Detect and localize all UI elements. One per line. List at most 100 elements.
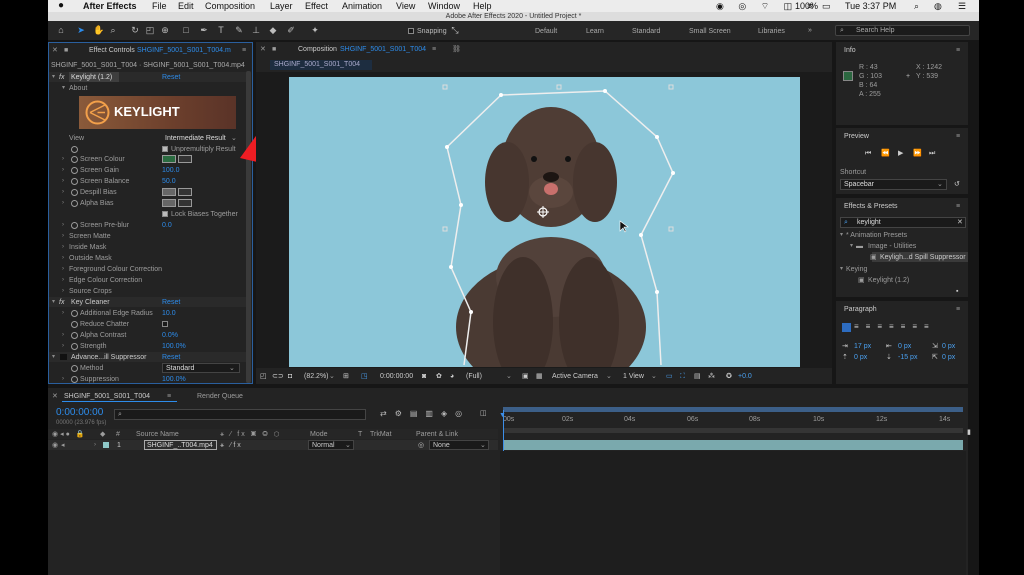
space-after-value[interactable]: -15 px	[898, 353, 917, 362]
stopwatch-icon[interactable]	[71, 321, 78, 328]
composition-tab-name[interactable]: SHGINF_5001_S001_T004	[340, 45, 426, 54]
tree-expand-icon[interactable]: ▾	[840, 265, 843, 274]
rectangle-tool-icon[interactable]: □	[181, 25, 191, 35]
show-snapshot-icon[interactable]: ✿	[436, 372, 442, 381]
mask-visibility-icon[interactable]: ◳	[361, 372, 368, 381]
edge-radius-value[interactable]: 10.0	[162, 309, 176, 318]
grid-icon[interactable]: ⊞	[343, 372, 349, 381]
panel-menu-icon[interactable]: ≡	[956, 202, 960, 211]
advanced-spill-name[interactable]: Advance...ill Suppressor	[71, 353, 146, 362]
tree-spill-suppressor[interactable]: Keyligh...d Spill Suppressor	[880, 253, 966, 262]
preblur-value[interactable]: 0.0	[162, 221, 172, 230]
menu-file[interactable]: File	[152, 0, 167, 12]
menu-edit[interactable]: Edit	[178, 0, 194, 12]
clone-stamp-icon[interactable]: ⊥	[251, 25, 261, 35]
panel-menu-icon[interactable]: ≡	[956, 132, 960, 141]
menu-animation[interactable]: Animation	[342, 0, 382, 12]
stopwatch-icon[interactable]	[71, 156, 78, 163]
always-preview-icon[interactable]: ◰	[260, 372, 267, 381]
method-dropdown[interactable]: Standard ⌄	[162, 363, 240, 373]
apple-icon[interactable]: ●	[58, 0, 64, 12]
group-inside-mask[interactable]: Inside Mask	[69, 243, 106, 252]
group-foreground-correction[interactable]: Foreground Colour Correction	[69, 265, 162, 274]
pen-tool-icon[interactable]: ✒	[199, 25, 209, 35]
search-help-field[interactable]: ⌕ Search Help	[835, 25, 970, 36]
workspace-default[interactable]: Default	[535, 27, 557, 36]
timeline-tab[interactable]: SHGINF_5001_S001_T004	[64, 392, 150, 401]
suppression-expand-icon[interactable]: ›	[62, 375, 64, 384]
panel-lock-icon[interactable]: ■	[64, 46, 68, 55]
stopwatch-icon[interactable]	[71, 200, 78, 207]
comp-graph-icon[interactable]: ⛓	[452, 45, 461, 54]
timeline-timecode[interactable]: 0:00:00:00	[56, 407, 103, 418]
panel-close-icon[interactable]: ✕	[52, 392, 58, 401]
strength-value[interactable]: 100.0%	[162, 342, 186, 351]
snapping-option-icon[interactable]: ⤡	[450, 25, 460, 35]
menu-window[interactable]: Window	[428, 0, 460, 12]
layer-mode-dropdown[interactable]: Normal ⌄	[308, 440, 354, 450]
layer-duration-bar[interactable]	[503, 440, 963, 450]
chevron-down-icon[interactable]: ⌄	[329, 372, 335, 381]
reset-shortcut-icon[interactable]: ↺	[954, 180, 960, 189]
shortcut-dropdown[interactable]: Spacebar ⌄	[840, 179, 947, 190]
spotlight-icon[interactable]: ⌕	[914, 0, 919, 12]
puppet-pin-icon[interactable]: ✦	[310, 25, 320, 35]
space-third-value[interactable]: 0 px	[942, 353, 955, 362]
region-of-interest-icon[interactable]: ▣	[522, 372, 529, 381]
video-visibility-icon[interactable]: ◉	[52, 441, 58, 450]
transparency-grid-icon[interactable]: ▦	[536, 372, 543, 381]
stopwatch-icon[interactable]	[71, 222, 78, 229]
alpha-contrast-value[interactable]: 0.0%	[162, 331, 178, 340]
toggle-pixel-aspect-icon[interactable]: ▭	[666, 372, 673, 381]
chevron-down-icon[interactable]: ⌄	[606, 372, 612, 381]
stopwatch-icon[interactable]	[71, 167, 78, 174]
despill-expand-icon[interactable]: ›	[62, 188, 64, 197]
screen-gain-expand-icon[interactable]: ›	[62, 166, 64, 175]
render-queue-tab[interactable]: Render Queue	[197, 392, 243, 401]
graph-editor-icon[interactable]: ◫	[480, 409, 487, 418]
camera-tool-icon[interactable]: ◰	[145, 25, 155, 35]
last-frame-icon[interactable]: ⏭	[929, 149, 935, 158]
composition-subtab[interactable]: SHGINF_5001_S001_T004	[270, 60, 372, 70]
previous-frame-icon[interactable]: ⏪	[881, 149, 890, 158]
key-cleaner-expand-icon[interactable]: ▾	[52, 298, 55, 307]
edge-radius-expand-icon[interactable]: ›	[62, 309, 64, 318]
key-cleaner-reset[interactable]: Reset	[162, 298, 180, 307]
stopwatch-icon[interactable]	[71, 343, 78, 350]
stopwatch-icon[interactable]	[71, 146, 78, 153]
zoom-tool-icon[interactable]: ⌕	[108, 25, 118, 35]
view-layout-dropdown[interactable]: 1 View	[623, 372, 644, 381]
tree-keying[interactable]: Keying	[846, 265, 867, 274]
about-expand-icon[interactable]: ▾	[62, 84, 65, 93]
eyedropper-icon[interactable]	[178, 199, 192, 207]
lock-biases-checkbox[interactable]	[162, 211, 168, 217]
resolution-dropdown[interactable]: (Full)	[466, 372, 482, 381]
menu-layer[interactable]: Layer	[270, 0, 293, 12]
screen-gain-value[interactable]: 100.0	[162, 166, 180, 175]
layer-expand-icon[interactable]: ›	[94, 441, 96, 450]
camera-dropdown[interactable]: Active Camera	[552, 372, 598, 381]
indent-first-value[interactable]: 0 px	[942, 342, 955, 351]
panel-menu-icon[interactable]: ≡	[956, 46, 960, 55]
screen-colour-swatch[interactable]	[162, 155, 176, 163]
chevron-down-icon[interactable]: ⌄	[651, 372, 657, 381]
alpha-contrast-expand-icon[interactable]: ›	[62, 331, 64, 340]
snapping-checkbox[interactable]	[408, 28, 414, 34]
fx-icon[interactable]: fx	[59, 298, 64, 307]
advanced-spill-reset[interactable]: Reset	[162, 353, 180, 362]
workspace-learn[interactable]: Learn	[586, 27, 604, 36]
selection-tool-icon[interactable]: ➤	[76, 25, 86, 35]
menu-effect[interactable]: Effect	[305, 0, 328, 12]
play-icon[interactable]: ▶	[898, 149, 903, 158]
eyedropper-icon[interactable]	[178, 155, 192, 163]
stopwatch-icon[interactable]	[71, 310, 78, 317]
notifications-icon[interactable]: ☰	[958, 0, 966, 12]
hand-tool-icon[interactable]: ✋	[93, 25, 104, 35]
audio-icon[interactable]: ◂	[61, 441, 65, 450]
space-before-value[interactable]: 0 px	[854, 353, 867, 362]
pan-behind-icon[interactable]: ⊕	[160, 25, 170, 35]
panel-menu-icon[interactable]: ≡	[432, 45, 436, 54]
effect-controls-tab-file[interactable]: SHGINF_5001_S001_T004.m	[137, 46, 237, 55]
layer-name[interactable]: SHGINF_..T004.mp4	[147, 441, 213, 450]
tree-image-utilities[interactable]: Image - Utilities	[868, 242, 916, 251]
